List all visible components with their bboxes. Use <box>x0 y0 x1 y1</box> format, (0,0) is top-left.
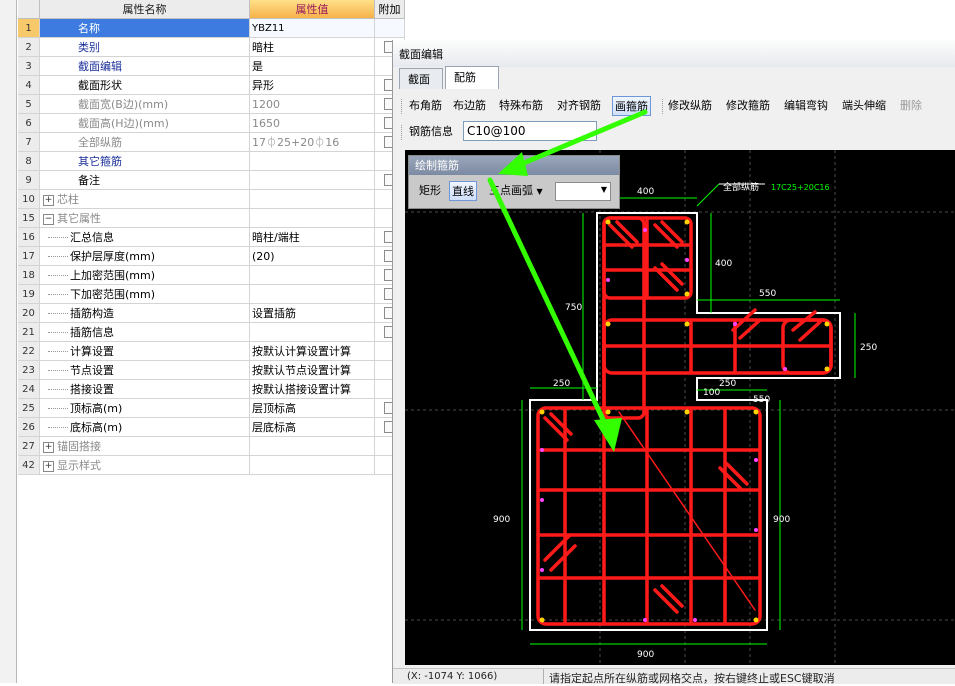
arrow-line <box>487 109 648 433</box>
arrow-head <box>498 152 528 176</box>
annotation-arrows <box>487 109 648 452</box>
arrow-head <box>594 418 622 452</box>
